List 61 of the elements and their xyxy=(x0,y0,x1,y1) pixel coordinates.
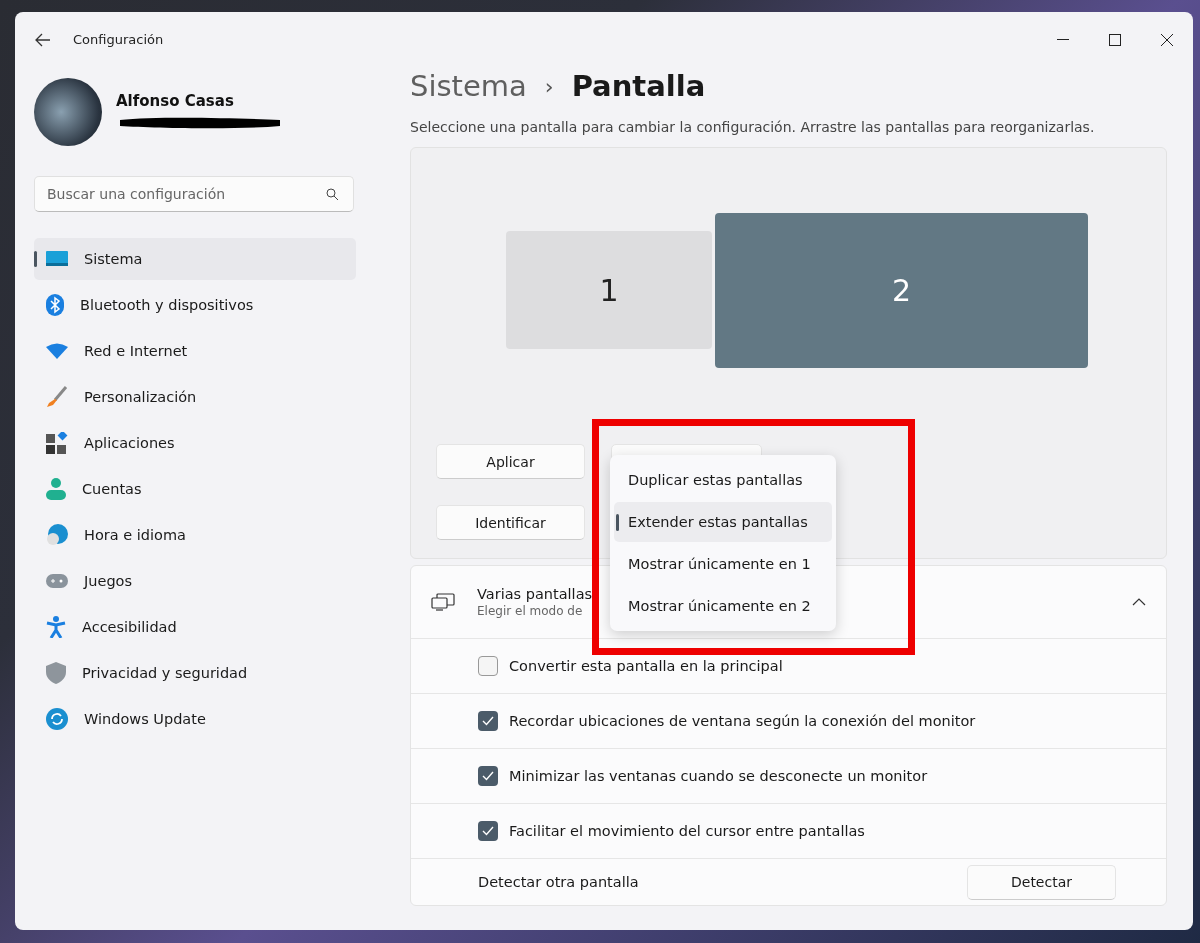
shield-icon xyxy=(46,662,66,684)
multiple-displays-icon xyxy=(431,593,455,611)
wifi-icon xyxy=(46,343,68,359)
checkbox[interactable] xyxy=(478,656,498,676)
sidebar-item[interactable]: Personalización xyxy=(34,376,356,418)
apply-button[interactable]: Aplicar xyxy=(436,444,585,479)
checkbox[interactable] xyxy=(478,821,498,841)
checkbox-label: Convertir esta pantalla en la principal xyxy=(509,658,783,674)
search-icon xyxy=(326,188,339,201)
sidebar-item[interactable]: Aplicaciones xyxy=(34,422,356,464)
detect-label: Detectar otra pantalla xyxy=(478,874,639,890)
display-tile[interactable]: 2 xyxy=(715,212,1088,368)
menu-item[interactable]: Mostrar únicamente en 1 xyxy=(614,544,832,584)
checkbox-label: Minimizar las ventanas cuando se desconecte un monitor xyxy=(509,768,928,784)
apps-icon xyxy=(46,432,68,454)
sidebar-item[interactable]: Sistema xyxy=(34,238,356,280)
selection-indicator xyxy=(34,251,37,267)
update-icon xyxy=(46,708,68,730)
description-text: Seleccione una pantalla para cambiar la configuración. Arrastre las pantallas para reorganizarlas. xyxy=(410,119,1096,137)
person-icon xyxy=(46,478,66,500)
bluetooth-icon xyxy=(46,294,64,316)
globe-clock-icon xyxy=(46,524,68,546)
checkbox[interactable] xyxy=(478,711,498,731)
menu-item[interactable]: Extender estas pantallas xyxy=(614,502,832,542)
menu-item[interactable]: Duplicar estas pantallas xyxy=(614,460,832,500)
display-tile[interactable]: 1 xyxy=(506,231,712,349)
checkbox[interactable] xyxy=(478,766,498,786)
identify-button[interactable]: Identificar xyxy=(436,505,585,540)
checkbox-label: Recordar ubicaciones de ventana según la conexión del monitor xyxy=(509,713,976,729)
breadcrumb-separator: › xyxy=(544,73,554,99)
menu-item[interactable]: Mostrar únicamente en 2 xyxy=(614,586,832,626)
section-title: Varias pantallas xyxy=(477,586,593,602)
sidebar-item[interactable]: Bluetooth y dispositivos xyxy=(34,284,356,326)
checkmark-icon xyxy=(482,716,494,726)
search-field[interactable]: Buscar una configuración xyxy=(34,176,354,212)
sidebar-item[interactable]: Privacidad y seguridad xyxy=(34,652,356,694)
detect-button[interactable]: Detectar xyxy=(967,864,1116,900)
sidebar-item[interactable]: Red e Internet xyxy=(34,330,356,372)
page-title: Pantalla xyxy=(571,69,706,103)
gamepad-icon xyxy=(46,574,68,588)
window-title: Configuración xyxy=(73,32,164,47)
section-subtitle: Elegir el modo de xyxy=(477,604,584,618)
checkmark-icon xyxy=(482,771,494,781)
chevron-icon[interactable] xyxy=(1132,598,1146,606)
selection-indicator xyxy=(616,514,619,531)
sidebar-item[interactable]: Juegos xyxy=(34,560,356,602)
monitor-icon xyxy=(46,250,68,268)
checkbox-label: Facilitar el movimiento del cursor entre pantallas xyxy=(509,823,865,839)
checkmark-icon xyxy=(482,826,494,836)
user-name: Alfonso Casas xyxy=(116,92,235,110)
accessibility-icon xyxy=(46,616,66,638)
minimize-icon xyxy=(1057,38,1069,41)
sidebar-item[interactable]: Windows Update xyxy=(34,698,356,740)
maximize-icon xyxy=(1109,33,1121,46)
paintbrush-icon xyxy=(46,386,68,408)
close-icon xyxy=(1161,33,1173,46)
sidebar-item[interactable]: Accesibilidad xyxy=(34,606,356,648)
back-arrow-icon[interactable] xyxy=(35,32,51,47)
sidebar-item[interactable]: Cuentas xyxy=(34,468,356,510)
breadcrumb-link[interactable]: Sistema xyxy=(410,69,527,103)
sidebar-item[interactable]: Hora e idioma xyxy=(34,514,356,556)
